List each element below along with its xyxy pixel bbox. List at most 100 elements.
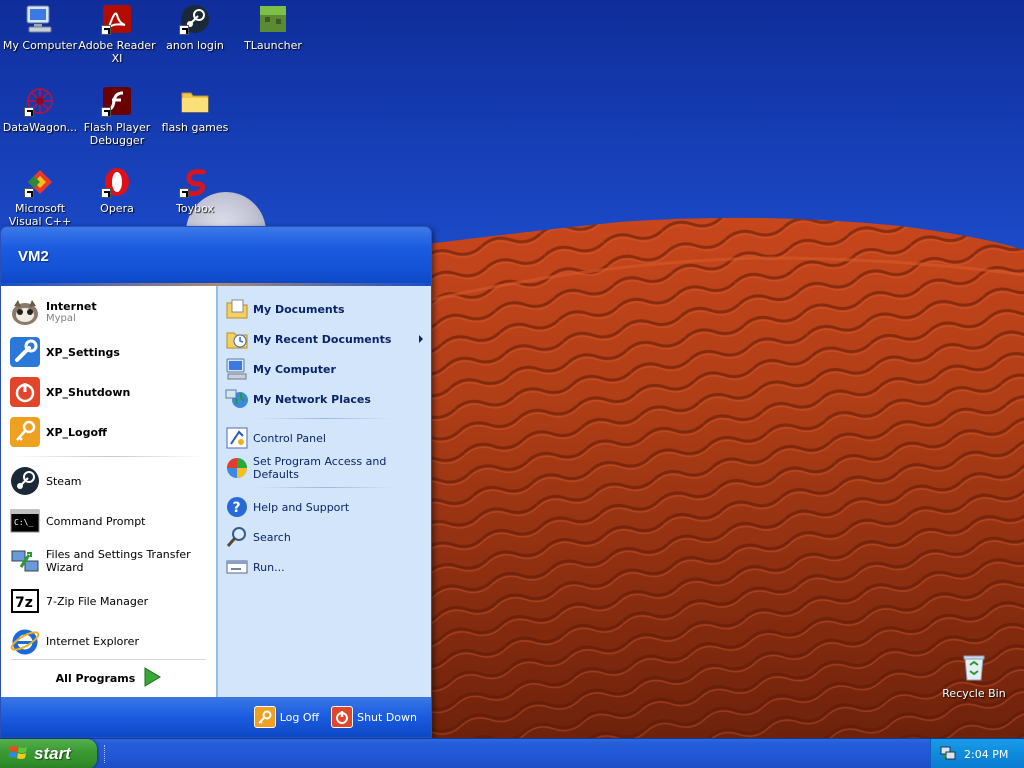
recent-item-steam[interactable]: Steam bbox=[1, 461, 216, 501]
computer-icon bbox=[23, 2, 57, 36]
shortcut-arrow-icon bbox=[101, 188, 111, 198]
windows-logo-icon bbox=[8, 744, 29, 765]
pinned-item-xp-shutdown[interactable]: XP_Shutdown bbox=[1, 372, 216, 412]
start-menu-programs: Internet Mypal XP_Settings XP_Shutdown X… bbox=[1, 286, 217, 697]
desktop-icon-label: Opera bbox=[100, 202, 134, 215]
desktop-icon-flash-player-debugger[interactable]: Flash Player Debugger bbox=[77, 84, 157, 147]
desktop-icon-label: Toybox bbox=[176, 202, 214, 215]
desktop-icon-datawagon[interactable]: DataWagon... bbox=[0, 84, 80, 134]
folder-icon bbox=[178, 84, 212, 118]
recent-item-7zip[interactable]: 7z 7-Zip File Manager bbox=[1, 581, 216, 621]
desktop-icon-label: My Computer bbox=[2, 39, 78, 52]
desktop-icon-label: Recycle Bin bbox=[942, 687, 1006, 700]
log-off-label: Log Off bbox=[279, 710, 320, 724]
place-label: Run... bbox=[253, 560, 285, 574]
desktop-icon-anon-login[interactable]: anon login bbox=[155, 2, 235, 52]
place-my-network-places[interactable]: My Network Places bbox=[218, 384, 431, 414]
settings-icon bbox=[9, 336, 41, 368]
my-documents-icon bbox=[225, 297, 249, 321]
desktop-icon-recycle-bin[interactable]: Recycle Bin bbox=[934, 650, 1014, 700]
desktop-icon-label: flash games bbox=[161, 121, 229, 134]
svg-text:?: ? bbox=[233, 500, 241, 516]
pinned-item-xp-settings[interactable]: XP_Settings bbox=[1, 332, 216, 372]
place-run[interactable]: Run... bbox=[218, 552, 431, 582]
pinned-item-label: XP_Logoff bbox=[46, 425, 107, 439]
my-computer-icon bbox=[225, 357, 249, 381]
place-my-documents[interactable]: My Documents bbox=[218, 294, 431, 324]
green-arrow-icon bbox=[143, 667, 162, 690]
recent-item-command-prompt[interactable]: C:\_ Command Prompt bbox=[1, 501, 216, 541]
pinned-item-label: Internet bbox=[46, 300, 97, 313]
power-icon bbox=[331, 706, 354, 728]
desktop-icon-tlauncher[interactable]: TLauncher bbox=[233, 2, 313, 52]
separator bbox=[256, 487, 393, 488]
place-label: My Documents bbox=[253, 302, 345, 316]
taskbar-grip[interactable] bbox=[104, 745, 107, 763]
shortcut-arrow-icon bbox=[24, 188, 34, 198]
7zip-icon: 7z bbox=[9, 585, 41, 617]
place-control-panel[interactable]: Control Panel bbox=[218, 423, 431, 453]
place-set-program-access[interactable]: Set Program Access and Defaults bbox=[218, 453, 431, 483]
logoff-icon bbox=[9, 416, 41, 448]
recycle-bin-icon bbox=[957, 650, 991, 684]
network-tray-icon[interactable] bbox=[940, 745, 956, 764]
start-menu: VM2 Internet Mypal XP_Settings XP_Shutdo… bbox=[0, 226, 432, 738]
ie-icon bbox=[9, 625, 41, 657]
clock[interactable]: 2:04 PM bbox=[964, 748, 1008, 761]
place-label: Help and Support bbox=[253, 500, 350, 514]
svg-text:7z: 7z bbox=[15, 595, 33, 611]
pinned-item-xp-logoff[interactable]: XP_Logoff bbox=[1, 412, 216, 452]
desktop-icon-my-computer[interactable]: My Computer bbox=[0, 2, 80, 52]
help-icon: ? bbox=[225, 495, 249, 519]
desktop-icon-label: anon login bbox=[166, 39, 224, 52]
run-icon bbox=[225, 555, 249, 579]
control-panel-icon bbox=[225, 426, 249, 450]
desktop-icon-adobe-reader[interactable]: Adobe Reader XI bbox=[77, 2, 157, 65]
cmd-icon: C:\_ bbox=[9, 505, 41, 537]
place-my-computer[interactable]: My Computer bbox=[218, 354, 431, 384]
place-label: Search bbox=[253, 530, 291, 544]
separator bbox=[256, 418, 393, 419]
place-my-recent-documents[interactable]: My Recent Documents bbox=[218, 324, 431, 354]
log-off-button[interactable]: Log Off bbox=[253, 706, 320, 728]
taskbar: start 2:04 PM bbox=[0, 738, 1024, 768]
recent-item-label: Internet Explorer bbox=[46, 634, 139, 648]
recent-item-transfer-wizard[interactable]: Files and Settings Transfer Wizard bbox=[1, 541, 216, 581]
start-menu-places: My Documents My Recent Documents My Comp… bbox=[217, 286, 431, 697]
toybox-icon bbox=[178, 165, 212, 199]
desktop-icon-label: Flash Player Debugger bbox=[83, 121, 151, 147]
shutdown-icon bbox=[9, 376, 41, 408]
opera-icon bbox=[100, 165, 134, 199]
recent-item-internet-explorer[interactable]: Internet Explorer bbox=[1, 621, 216, 661]
desktop-icon-flash-games[interactable]: flash games bbox=[155, 84, 235, 134]
separator bbox=[11, 456, 206, 457]
place-help-and-support[interactable]: ? Help and Support bbox=[218, 492, 431, 522]
datawagon-icon bbox=[23, 84, 57, 118]
steam-icon bbox=[178, 2, 212, 36]
desktop-icon-opera[interactable]: Opera bbox=[77, 165, 157, 215]
svg-text:C:\_: C:\_ bbox=[14, 518, 33, 527]
user-name: VM2 bbox=[18, 248, 49, 265]
recent-item-label: Command Prompt bbox=[46, 514, 146, 528]
all-programs-label: All Programs bbox=[55, 672, 136, 685]
system-tray: 2:04 PM bbox=[930, 739, 1024, 768]
pinned-item-internet[interactable]: Internet Mypal bbox=[1, 292, 216, 332]
place-search[interactable]: Search bbox=[218, 522, 431, 552]
start-button[interactable]: start bbox=[0, 739, 97, 768]
place-label: My Computer bbox=[253, 362, 336, 376]
desktop-icon-label: TLauncher bbox=[244, 39, 302, 52]
adobe-reader-icon bbox=[100, 2, 134, 36]
recent-documents-icon bbox=[225, 327, 249, 351]
all-programs-button[interactable]: All Programs bbox=[11, 659, 206, 697]
tlauncher-icon bbox=[256, 2, 290, 36]
shut-down-button[interactable]: Shut Down bbox=[331, 706, 417, 728]
desktop-icon-toybox[interactable]: Toybox bbox=[155, 165, 235, 215]
flash-icon bbox=[100, 84, 134, 118]
desktop-icon-label: Adobe Reader XI bbox=[78, 39, 156, 65]
search-icon bbox=[225, 525, 249, 549]
place-label: My Recent Documents bbox=[253, 332, 392, 346]
place-label: Set Program Access and Defaults bbox=[253, 455, 387, 481]
desktop-icon-label: DataWagon... bbox=[2, 121, 78, 134]
submenu-arrow-icon bbox=[419, 335, 423, 343]
recent-item-label: 7-Zip File Manager bbox=[46, 594, 149, 608]
